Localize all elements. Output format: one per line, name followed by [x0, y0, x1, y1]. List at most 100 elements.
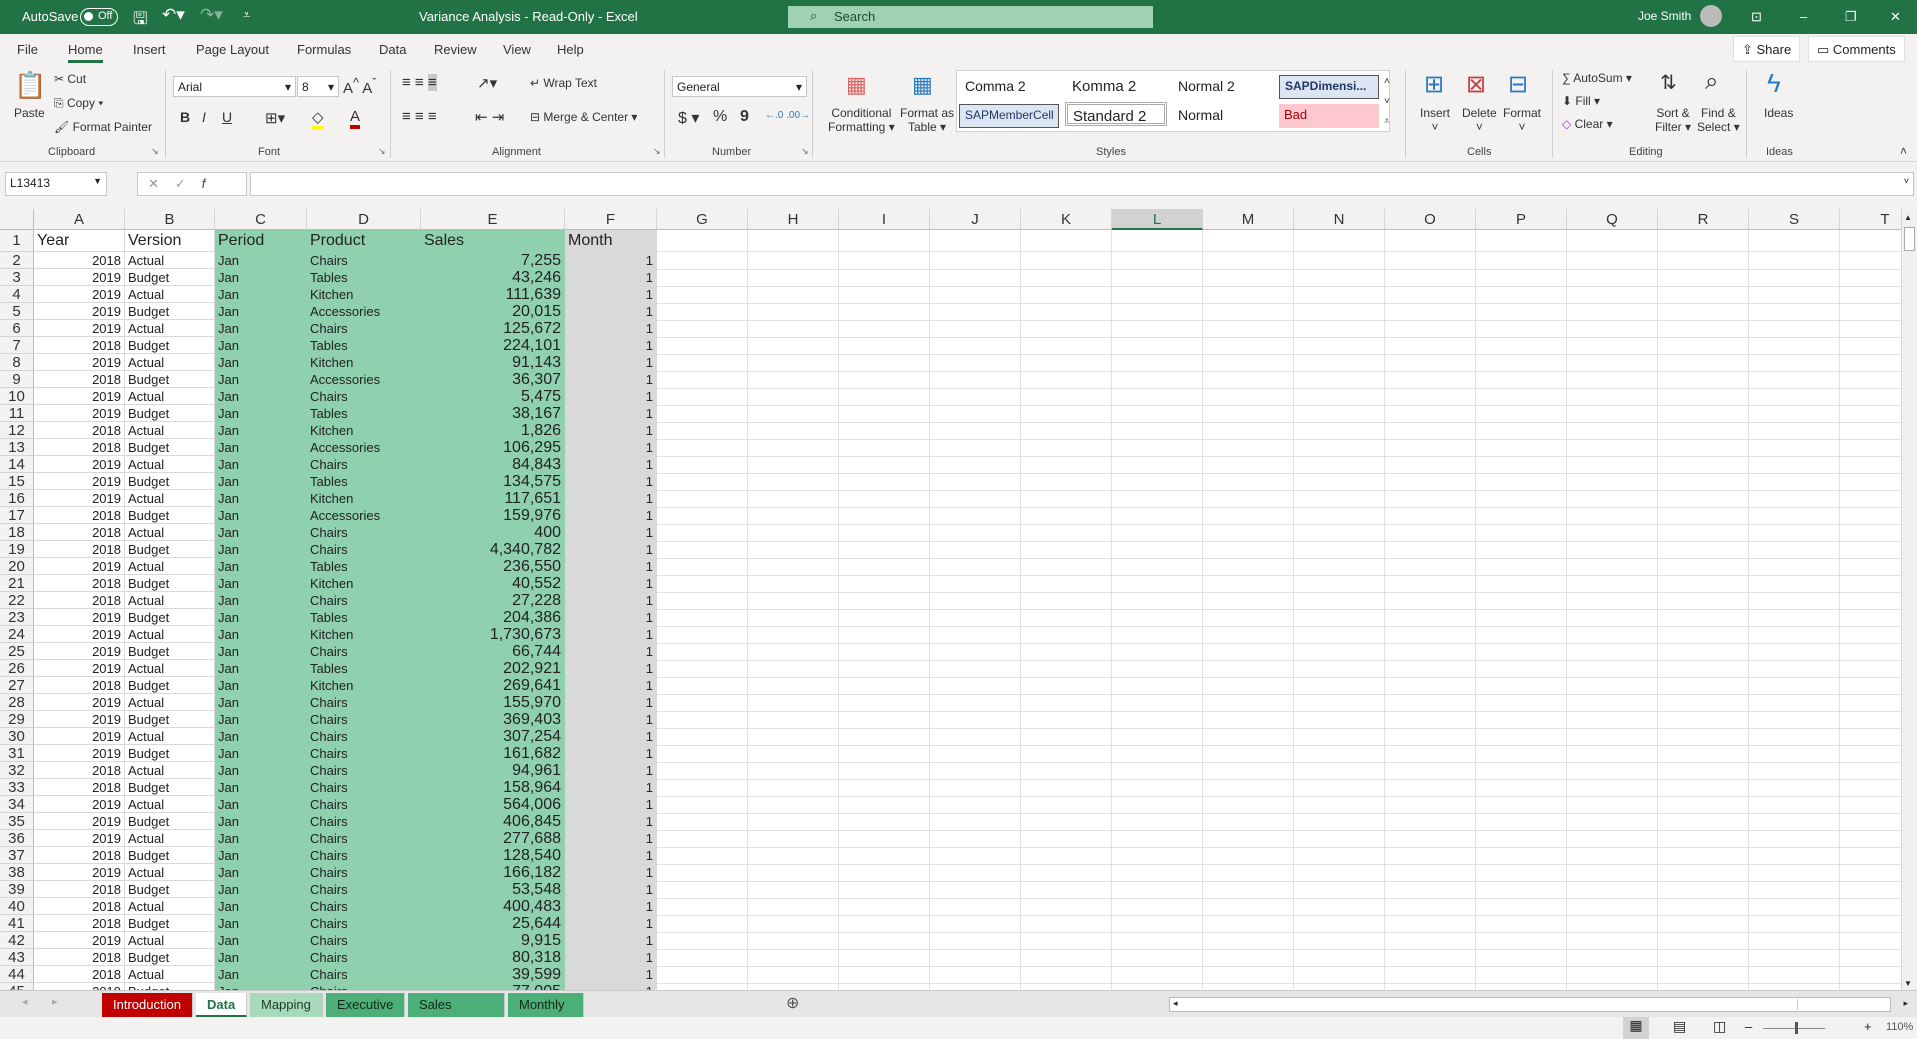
row-header-23[interactable]: 23 [0, 609, 34, 626]
cell[interactable]: Version [125, 230, 215, 252]
cell[interactable]: 1 [565, 830, 657, 847]
cell[interactable]: Jan [215, 847, 307, 864]
row-header-15[interactable]: 15 [0, 473, 34, 490]
row-header-44[interactable]: 44 [0, 966, 34, 983]
cell[interactable]: 204,386 [421, 609, 565, 626]
cell[interactable]: 1 [565, 745, 657, 762]
cell[interactable]: 111,639 [421, 286, 565, 303]
cell[interactable]: 2019 [34, 745, 125, 762]
sheet-tab-monthly-evolution[interactable]: Monthly Evolution [508, 993, 585, 1035]
column-header-R[interactable]: R [1658, 209, 1749, 230]
cell[interactable]: 2018 [34, 575, 125, 592]
cell[interactable]: Jan [215, 881, 307, 898]
cell[interactable]: Kitchen [307, 626, 421, 643]
cell[interactable]: Jan [215, 405, 307, 422]
clear-button[interactable]: ◇ Clear ▾ [1562, 117, 1613, 131]
cell[interactable]: 1 [565, 439, 657, 456]
style-komma-2[interactable]: Komma 2 [1067, 75, 1141, 99]
cell[interactable]: Budget [125, 541, 215, 558]
row-header-8[interactable]: 8 [0, 354, 34, 371]
row-header-30[interactable]: 30 [0, 728, 34, 745]
find-select-button[interactable]: Find & Select ▾ [1697, 106, 1740, 134]
cell[interactable]: 1 [565, 507, 657, 524]
row-header-28[interactable]: 28 [0, 694, 34, 711]
column-header-B[interactable]: B [125, 209, 215, 230]
cell[interactable]: Chairs [307, 541, 421, 558]
indent-icons[interactable]: ⇤ ⇥ [475, 108, 504, 126]
cell[interactable]: 2018 [34, 337, 125, 354]
cell[interactable]: 1 [565, 677, 657, 694]
cell[interactable]: Chairs [307, 813, 421, 830]
row-header-40[interactable]: 40 [0, 898, 34, 915]
cell[interactable]: Budget [125, 949, 215, 966]
cell[interactable]: 5,475 [421, 388, 565, 405]
avatar[interactable] [1700, 5, 1722, 27]
cell[interactable]: Sales [421, 230, 565, 252]
cell[interactable]: Budget [125, 881, 215, 898]
cell[interactable]: Chairs [307, 881, 421, 898]
cell[interactable]: Chairs [307, 932, 421, 949]
cell[interactable]: 1 [565, 796, 657, 813]
cell[interactable]: 9,915 [421, 932, 565, 949]
cell[interactable]: Budget [125, 779, 215, 796]
new-sheet-icon[interactable]: ⊕ [786, 993, 799, 1013]
cell[interactable]: Kitchen [307, 575, 421, 592]
cell[interactable]: 36,307 [421, 371, 565, 388]
cell[interactable]: Jan [215, 541, 307, 558]
cell[interactable]: 2019 [34, 813, 125, 830]
cell[interactable]: Kitchen [307, 354, 421, 371]
cell[interactable]: Chairs [307, 830, 421, 847]
cell[interactable]: Jan [215, 796, 307, 813]
bold-button[interactable]: B [180, 109, 190, 125]
row-header-4[interactable]: 4 [0, 286, 34, 303]
cell[interactable]: 1 [565, 541, 657, 558]
cell[interactable]: 1 [565, 592, 657, 609]
redo-icon[interactable]: ↷▾ [200, 5, 223, 25]
cell[interactable]: 277,688 [421, 830, 565, 847]
tab-view[interactable]: View [503, 42, 531, 57]
cell[interactable]: Budget [125, 983, 215, 990]
cell[interactable]: 202,921 [421, 660, 565, 677]
row-header-35[interactable]: 35 [0, 813, 34, 830]
formula-input[interactable]: ˅ [250, 172, 1914, 196]
name-box[interactable]: L13413 ▼ [5, 172, 107, 196]
cell[interactable]: 2019 [34, 320, 125, 337]
cell[interactable]: Actual [125, 660, 215, 677]
borders-icon[interactable]: ⊞▾ [265, 109, 285, 127]
find-icon[interactable]: ⌕ [1705, 68, 1718, 96]
close-icon[interactable]: ✕ [1890, 9, 1901, 25]
cell[interactable]: Month [565, 230, 657, 252]
cell[interactable]: 2019 [34, 456, 125, 473]
column-header-C[interactable]: C [215, 209, 307, 230]
cell[interactable]: Budget [125, 847, 215, 864]
column-header-S[interactable]: S [1749, 209, 1840, 230]
cell[interactable]: 2018 [34, 847, 125, 864]
cell[interactable]: 1 [565, 456, 657, 473]
cell[interactable]: Chairs [307, 915, 421, 932]
cell[interactable]: 2019 [34, 983, 125, 990]
column-header-D[interactable]: D [307, 209, 421, 230]
scroll-down-icon[interactable]: ▼ [1904, 979, 1912, 988]
cell[interactable]: 1 [565, 337, 657, 354]
cell[interactable]: 2019 [34, 286, 125, 303]
cell[interactable]: 2018 [34, 507, 125, 524]
row-header-29[interactable]: 29 [0, 711, 34, 728]
row-header-1[interactable]: 1 [0, 230, 34, 252]
search-box[interactable]: ⌕ Search [788, 6, 1153, 28]
cell[interactable]: Jan [215, 439, 307, 456]
cell[interactable]: Tables [307, 337, 421, 354]
cell[interactable]: 2019 [34, 932, 125, 949]
cell[interactable]: Chairs [307, 847, 421, 864]
select-all-corner[interactable] [0, 209, 34, 230]
fill-button[interactable]: ⬇ Fill ▾ [1562, 94, 1600, 108]
style-bad[interactable]: Bad [1279, 104, 1379, 128]
cell[interactable]: 38,167 [421, 405, 565, 422]
cell[interactable]: 307,254 [421, 728, 565, 745]
cell[interactable]: 27,228 [421, 592, 565, 609]
cell[interactable]: Accessories [307, 507, 421, 524]
row-header-2[interactable]: 2 [0, 252, 34, 269]
cell[interactable]: 43,246 [421, 269, 565, 286]
dialog-launcher-icon[interactable]: ↘ [151, 146, 159, 157]
cell[interactable]: 1 [565, 864, 657, 881]
row-header-31[interactable]: 31 [0, 745, 34, 762]
